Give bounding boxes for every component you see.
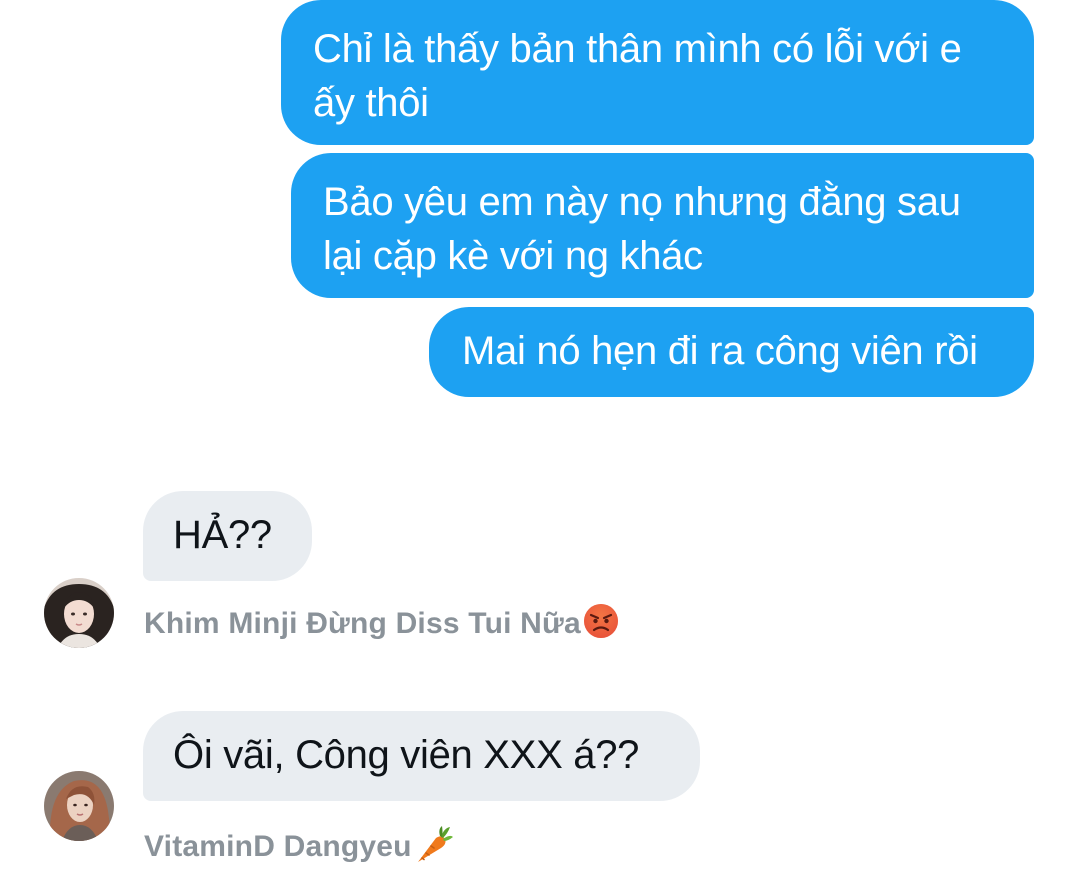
outgoing-message[interactable]: Mai nó hẹn đi ra công viên rồi xyxy=(429,307,1034,397)
outgoing-message[interactable]: Chỉ là thấy bản thân mình có lỗi với e ấ… xyxy=(281,0,1034,145)
angry-face-icon xyxy=(583,603,619,647)
sender-avatar[interactable] xyxy=(44,578,114,648)
sender-name[interactable]: Khim Minji Đừng Diss Tui Nữa xyxy=(144,603,619,647)
outgoing-message[interactable]: Bảo yêu em này nọ nhưng đằng sau lại cặp… xyxy=(291,153,1034,298)
carrot-icon xyxy=(414,824,454,872)
incoming-message[interactable]: HẢ?? xyxy=(143,491,312,581)
avatar-icon xyxy=(44,578,114,648)
sender-name-text: VitaminD Dangyeu xyxy=(144,829,412,863)
sender-avatar[interactable] xyxy=(44,771,114,841)
chat-thread: Chỉ là thấy bản thân mình có lỗi với e ấ… xyxy=(0,0,1080,873)
sender-name-text: Khim Minji Đừng Diss Tui Nữa xyxy=(144,606,581,640)
avatar-icon xyxy=(44,771,114,841)
incoming-message[interactable]: Ôi vãi, Công viên XXX á?? xyxy=(143,711,700,801)
sender-name[interactable]: VitaminD Dangyeu xyxy=(144,824,454,872)
